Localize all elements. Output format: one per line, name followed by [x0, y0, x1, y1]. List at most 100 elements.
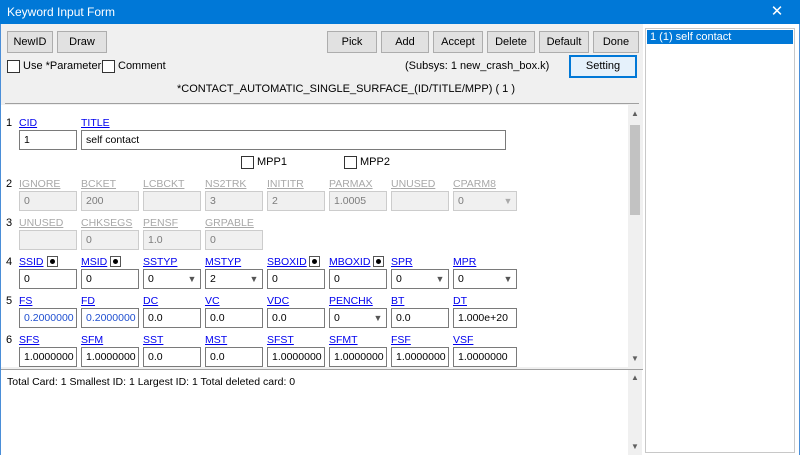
inititr-input[interactable]: 2 [267, 191, 325, 211]
use-parameter-label: Use *Parameter [23, 60, 102, 72]
sfs-input[interactable]: 1.0000000 [19, 347, 77, 367]
vc-label[interactable]: VC [205, 295, 220, 307]
penchk-value: 0 [334, 312, 340, 324]
lcbckt-input[interactable] [143, 191, 201, 211]
fs-input[interactable]: 0.2000000 [19, 308, 77, 328]
grpable-input[interactable]: 0 [205, 230, 263, 250]
sfm-input[interactable]: 1.0000000 [81, 347, 139, 367]
scroll-down-icon[interactable]: ▼ [628, 440, 642, 454]
bcket-label: BCKET [81, 178, 117, 190]
mst-label[interactable]: MST [205, 334, 227, 346]
card-scrollbar[interactable]: ▲ ▼ [628, 105, 642, 367]
cid-input[interactable]: 1 [19, 130, 77, 150]
chevron-down-icon: ▼ [435, 274, 445, 284]
mpr-select[interactable]: 0 ▼ [453, 269, 517, 289]
sstyp-label[interactable]: SSTYP [143, 256, 177, 268]
mpr-label[interactable]: MPR [453, 256, 476, 268]
card-row-number: 5 [6, 295, 13, 307]
scroll-up-icon[interactable]: ▲ [628, 107, 642, 121]
mboxid-label[interactable]: MBOXID [329, 256, 370, 268]
pensf-input[interactable]: 1.0 [143, 230, 201, 250]
dc-input[interactable]: 0.0 [143, 308, 201, 328]
mboxid-pick-icon[interactable] [373, 256, 384, 267]
msid-input[interactable]: 0 [81, 269, 139, 289]
bcket-input[interactable]: 200 [81, 191, 139, 211]
unused2-input[interactable] [19, 230, 77, 250]
parmax-input[interactable]: 1.0005 [329, 191, 387, 211]
scroll-down-icon[interactable]: ▼ [628, 352, 642, 366]
window-title: Keyword Input Form [7, 5, 116, 19]
sfm-label[interactable]: SFM [81, 334, 103, 346]
dt-label[interactable]: DT [453, 295, 467, 307]
newid-button[interactable]: NewID [7, 31, 53, 53]
ssid-label[interactable]: SSID [19, 256, 44, 268]
vc-input[interactable]: 0.0 [205, 308, 263, 328]
keyword-list[interactable]: 1 (1) self contact [645, 28, 795, 453]
fs-label[interactable]: FS [19, 295, 32, 307]
bt-label[interactable]: BT [391, 295, 404, 307]
sfst-input[interactable]: 1.0000000 [267, 347, 325, 367]
chksegs-input[interactable]: 0 [81, 230, 139, 250]
done-button[interactable]: Done [593, 31, 639, 53]
sfmt-input[interactable]: 1.0000000 [329, 347, 387, 367]
fsf-input[interactable]: 1.0000000 [391, 347, 449, 367]
ignore-input[interactable]: 0 [19, 191, 77, 211]
vsf-input[interactable]: 1.0000000 [453, 347, 517, 367]
mpp2-checkbox[interactable] [344, 156, 357, 169]
sboxid-label[interactable]: SBOXID [267, 256, 307, 268]
scrollbar-thumb[interactable] [630, 125, 640, 215]
mstyp-label[interactable]: MSTYP [205, 256, 241, 268]
msid-label[interactable]: MSID [81, 256, 107, 268]
pick-button[interactable]: Pick [327, 31, 377, 53]
sst-input[interactable]: 0.0 [143, 347, 201, 367]
penchk-label[interactable]: PENCHK [329, 295, 373, 307]
mboxid-input[interactable]: 0 [329, 269, 387, 289]
fsf-label[interactable]: FSF [391, 334, 411, 346]
sfs-label[interactable]: SFS [19, 334, 39, 346]
penchk-select[interactable]: 0 ▼ [329, 308, 387, 328]
card-row-number: 3 [6, 217, 13, 229]
draw-button[interactable]: Draw [57, 31, 107, 53]
scroll-up-icon[interactable]: ▲ [628, 371, 642, 385]
keyword-title: *CONTACT_AUTOMATIC_SINGLE_SURFACE_(ID/TI… [177, 83, 515, 95]
mpp1-checkbox[interactable] [241, 156, 254, 169]
sst-label[interactable]: SST [143, 334, 163, 346]
ssid-input[interactable]: 0 [19, 269, 77, 289]
list-item[interactable]: 1 (1) self contact [647, 30, 793, 44]
bt-input[interactable]: 0.0 [391, 308, 449, 328]
ns2trk-input[interactable]: 3 [205, 191, 263, 211]
accept-button[interactable]: Accept [433, 31, 483, 53]
spr-label[interactable]: SPR [391, 256, 413, 268]
fd-label[interactable]: FD [81, 295, 95, 307]
unused-input[interactable] [391, 191, 449, 211]
add-button[interactable]: Add [381, 31, 429, 53]
info-scrollbar[interactable]: ▲ ▼ [628, 370, 642, 455]
mst-input[interactable]: 0.0 [205, 347, 263, 367]
cparm8-label: CPARM8 [453, 178, 496, 190]
spr-select[interactable]: 0 ▼ [391, 269, 449, 289]
comment-checkbox[interactable] [102, 60, 115, 73]
close-icon[interactable]: ✕ [754, 0, 800, 24]
sfst-label[interactable]: SFST [267, 334, 294, 346]
mstyp-select[interactable]: 2 ▼ [205, 269, 263, 289]
msid-pick-icon[interactable] [110, 256, 121, 267]
sfmt-label[interactable]: SFMT [329, 334, 358, 346]
dt-input[interactable]: 1.000e+20 [453, 308, 517, 328]
setting-button[interactable]: Setting [569, 55, 637, 78]
use-parameter-checkbox[interactable] [7, 60, 20, 73]
cparm8-select[interactable]: 0 ▼ [453, 191, 517, 211]
vsf-label[interactable]: VSF [453, 334, 473, 346]
dc-label[interactable]: DC [143, 295, 158, 307]
cid-label[interactable]: CID [19, 117, 37, 129]
title-label[interactable]: TITLE [81, 117, 110, 129]
sboxid-input[interactable]: 0 [267, 269, 325, 289]
default-button[interactable]: Default [539, 31, 589, 53]
vdc-input[interactable]: 0.0 [267, 308, 325, 328]
vdc-label[interactable]: VDC [267, 295, 289, 307]
ssid-pick-icon[interactable] [47, 256, 58, 267]
title-input[interactable]: self contact [81, 130, 506, 150]
sstyp-select[interactable]: 0 ▼ [143, 269, 201, 289]
fd-input[interactable]: 0.2000000 [81, 308, 139, 328]
delete-button[interactable]: Delete [487, 31, 535, 53]
sboxid-pick-icon[interactable] [309, 256, 320, 267]
